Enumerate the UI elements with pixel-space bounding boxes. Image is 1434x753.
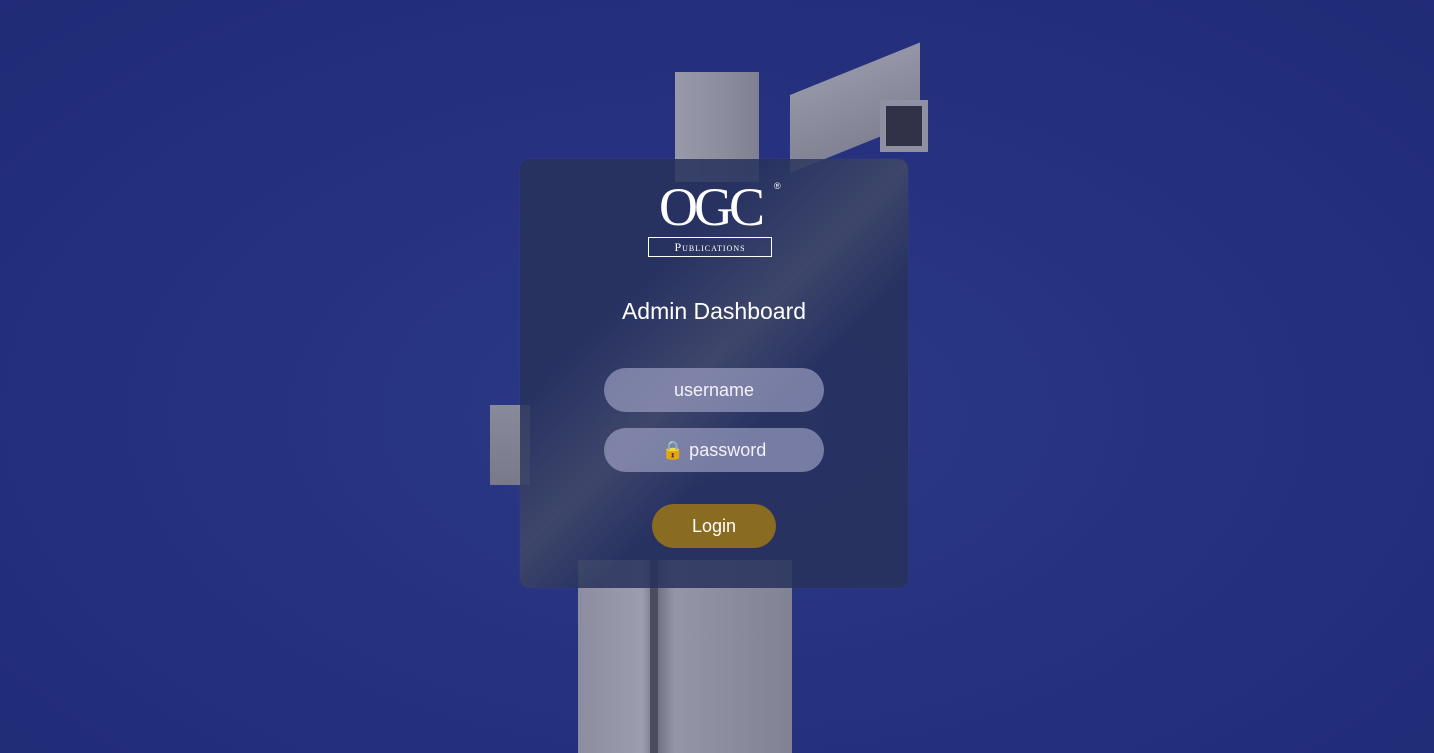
logo-letters: OGC bbox=[658, 177, 765, 237]
password-input[interactable] bbox=[604, 428, 824, 472]
username-input[interactable] bbox=[604, 368, 824, 412]
login-button[interactable]: Login bbox=[652, 504, 776, 548]
ogc-logo: OGC ® Publications bbox=[646, 179, 786, 259]
login-card: OGC ® Publications Admin Dashboard Login bbox=[520, 159, 908, 588]
logo-registered-mark: ® bbox=[774, 181, 781, 191]
page-title: Admin Dashboard bbox=[621, 298, 807, 324]
logo-subtitle: Publications bbox=[648, 237, 772, 257]
